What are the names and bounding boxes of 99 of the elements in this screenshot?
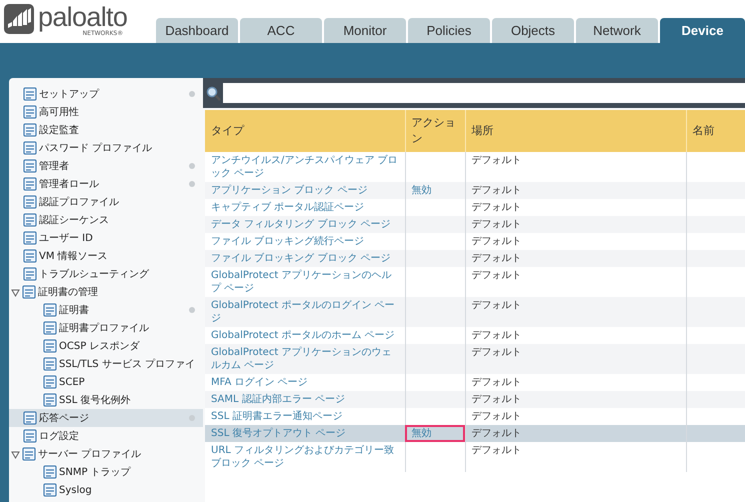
nav-tab[interactable]: Device xyxy=(660,18,745,43)
sidebar-item[interactable]: 応答ページ xyxy=(9,409,203,427)
table-row[interactable]: ファイル ブロッキング ブロック ページ デフォルト xyxy=(205,250,745,267)
sidebar-label: 応答ページ xyxy=(39,412,90,426)
table-row[interactable]: SSL 証明書エラー通知ページ デフォルト xyxy=(205,408,745,425)
sidebar-item[interactable]: 証明書 xyxy=(9,301,203,319)
sidebar-item[interactable]: VM 情報ソース xyxy=(9,247,203,265)
table-row[interactable]: SSL 復号オプトアウト ページ 無効 デフォルト xyxy=(205,425,745,442)
sidebar-item[interactable]: 証明書プロファイル xyxy=(9,319,203,337)
sidebar-label: 管理者 xyxy=(39,160,70,174)
document-icon xyxy=(43,465,57,479)
document-icon xyxy=(23,267,37,281)
sidebar-label: 認証プロファイル xyxy=(39,196,120,210)
sidebar-item[interactable]: セットアップ xyxy=(9,85,203,103)
logo-wordmark: paloalto xyxy=(38,4,128,31)
sidebar-label: Syslog xyxy=(59,484,93,498)
table-row[interactable]: GlobalProtect ポータルのホーム ページ デフォルト xyxy=(205,327,745,344)
table-row[interactable]: URL フィルタリングおよびカテゴリー致ブロック ページ デフォルト xyxy=(205,442,745,472)
document-icon xyxy=(23,411,37,425)
search-field[interactable] xyxy=(223,83,745,103)
sidebar-item[interactable]: 高可用性 xyxy=(9,103,203,121)
table-row[interactable]: キャプティブ ポータル認証ページ デフォルト xyxy=(205,199,745,216)
document-icon xyxy=(23,159,37,173)
document-icon xyxy=(43,357,57,371)
sidebar-item[interactable]: パスワード プロファイル xyxy=(9,139,203,157)
table-row[interactable]: アプリケーション ブロック ページ 無効 デフォルト xyxy=(205,182,745,199)
sidebar-label: 設定監査 xyxy=(39,124,80,138)
nav-tab[interactable]: Network xyxy=(576,18,658,43)
expanded-triangle-icon[interactable] xyxy=(11,450,20,458)
sidebar-item[interactable]: サーバー プロファイル xyxy=(9,445,203,463)
document-icon xyxy=(23,141,37,155)
table-row[interactable]: データ フィルタリング ブロック ページ デフォルト xyxy=(205,216,745,233)
sidebar-item[interactable]: SCEP xyxy=(9,373,203,391)
document-icon xyxy=(43,339,57,353)
document-icon xyxy=(23,249,37,263)
table-row[interactable]: GlobalProtect ポータルのログイン ページ デフォルト xyxy=(205,297,745,327)
document-icon xyxy=(22,447,36,461)
document-icon xyxy=(43,393,57,407)
nav-tab[interactable]: Objects xyxy=(492,18,574,43)
nav-tab[interactable]: Dashboard xyxy=(156,18,238,43)
table-row[interactable]: ファイル ブロッキング続行ページ デフォルト xyxy=(205,233,745,250)
sidebar-label: SNMP トラップ xyxy=(59,466,132,480)
sidebar-item[interactable]: ログ設定 xyxy=(9,427,203,445)
document-icon xyxy=(43,321,57,335)
table-row[interactable]: SAML 認証内部エラー ページ デフォルト xyxy=(205,391,745,408)
logo-icon xyxy=(4,4,34,34)
sidebar-item[interactable]: 設定監査 xyxy=(9,121,203,139)
nav-tab[interactable]: Monitor xyxy=(324,18,406,43)
sidebar-label: ログ設定 xyxy=(39,430,80,444)
table-cell: URL フィルタリングおよびカテゴリー致ブロック ページ xyxy=(205,442,405,472)
sidebar-label: VM 情報ソース xyxy=(39,250,109,264)
sidebar-label: SSL 復号化例外 xyxy=(59,394,132,408)
sidebar-label: パスワード プロファイル xyxy=(39,142,154,156)
document-icon xyxy=(23,429,37,443)
document-icon xyxy=(23,231,37,245)
sidebar-item[interactable]: Syslog xyxy=(9,481,203,499)
sidebar-label: 高可用性 xyxy=(39,106,80,120)
table-row[interactable]: アンチウイルス/アンチスパイウェア ブロック ページ デフォルト xyxy=(205,152,745,182)
sidebar-item[interactable]: ユーザー ID xyxy=(9,229,203,247)
sidebar-label: 証明書プロファイル xyxy=(59,322,150,336)
sidebar-label: ユーザー ID xyxy=(39,232,94,246)
sidebar-item[interactable]: SNMP トラップ xyxy=(9,463,203,481)
sidebar-item[interactable]: SSL/TLS サービス プロファイ xyxy=(9,355,203,373)
document-icon xyxy=(22,285,36,299)
table-row[interactable]: GlobalProtect アプリケーションのウェルカム ページ デフォルト xyxy=(205,344,745,374)
document-icon xyxy=(23,213,37,227)
document-icon xyxy=(43,303,57,317)
document-icon xyxy=(23,105,37,119)
sidebar-label: 証明書の管理 xyxy=(38,286,99,300)
table-row[interactable]: MFA ログイン ページ デフォルト xyxy=(205,374,745,391)
sidebar-item[interactable]: 管理者 xyxy=(9,157,203,175)
sidebar-label: 認証シーケンス xyxy=(39,214,110,228)
sidebar-item[interactable]: 証明書の管理 xyxy=(9,283,203,301)
sidebar-label: SCEP xyxy=(59,376,86,390)
sidebar-item[interactable]: 認証シーケンス xyxy=(9,211,203,229)
sidebar-item[interactable]: SSL 復号化例外 xyxy=(9,391,203,409)
sidebar-label: OCSP レスポンダ xyxy=(59,340,141,354)
document-icon xyxy=(43,375,57,389)
sidebar-item[interactable]: トラブルシューティング xyxy=(9,265,203,283)
nav-tab[interactable]: ACC xyxy=(240,18,322,43)
search-icon[interactable] xyxy=(206,86,221,100)
table-row[interactable]: GlobalProtect アプリケーションのヘルプ ページ デフォルト xyxy=(205,267,745,297)
sidebar-item[interactable]: OCSP レスポンダ xyxy=(9,337,203,355)
sidebar-label: サーバー プロファイル xyxy=(38,448,142,462)
sidebar-item[interactable]: 認証プロファイル xyxy=(9,193,203,211)
document-icon xyxy=(23,177,37,191)
sidebar-label: セットアップ xyxy=(39,88,100,102)
expanded-triangle-icon[interactable] xyxy=(11,288,20,296)
document-icon xyxy=(43,483,57,497)
table-cell: デフォルト xyxy=(465,442,686,472)
nav-tab[interactable]: Policies xyxy=(408,18,490,43)
sidebar-label: トラブルシューティング xyxy=(39,268,150,282)
document-icon xyxy=(23,87,37,101)
document-icon xyxy=(23,195,37,209)
sidebar-item[interactable]: 管理者ロール xyxy=(9,175,203,193)
sidebar-label: 管理者ロール xyxy=(39,178,100,192)
document-icon xyxy=(23,123,37,137)
sidebar-label: SSL/TLS サービス プロファイ xyxy=(58,358,195,372)
sidebar-label: 証明書 xyxy=(59,304,90,318)
